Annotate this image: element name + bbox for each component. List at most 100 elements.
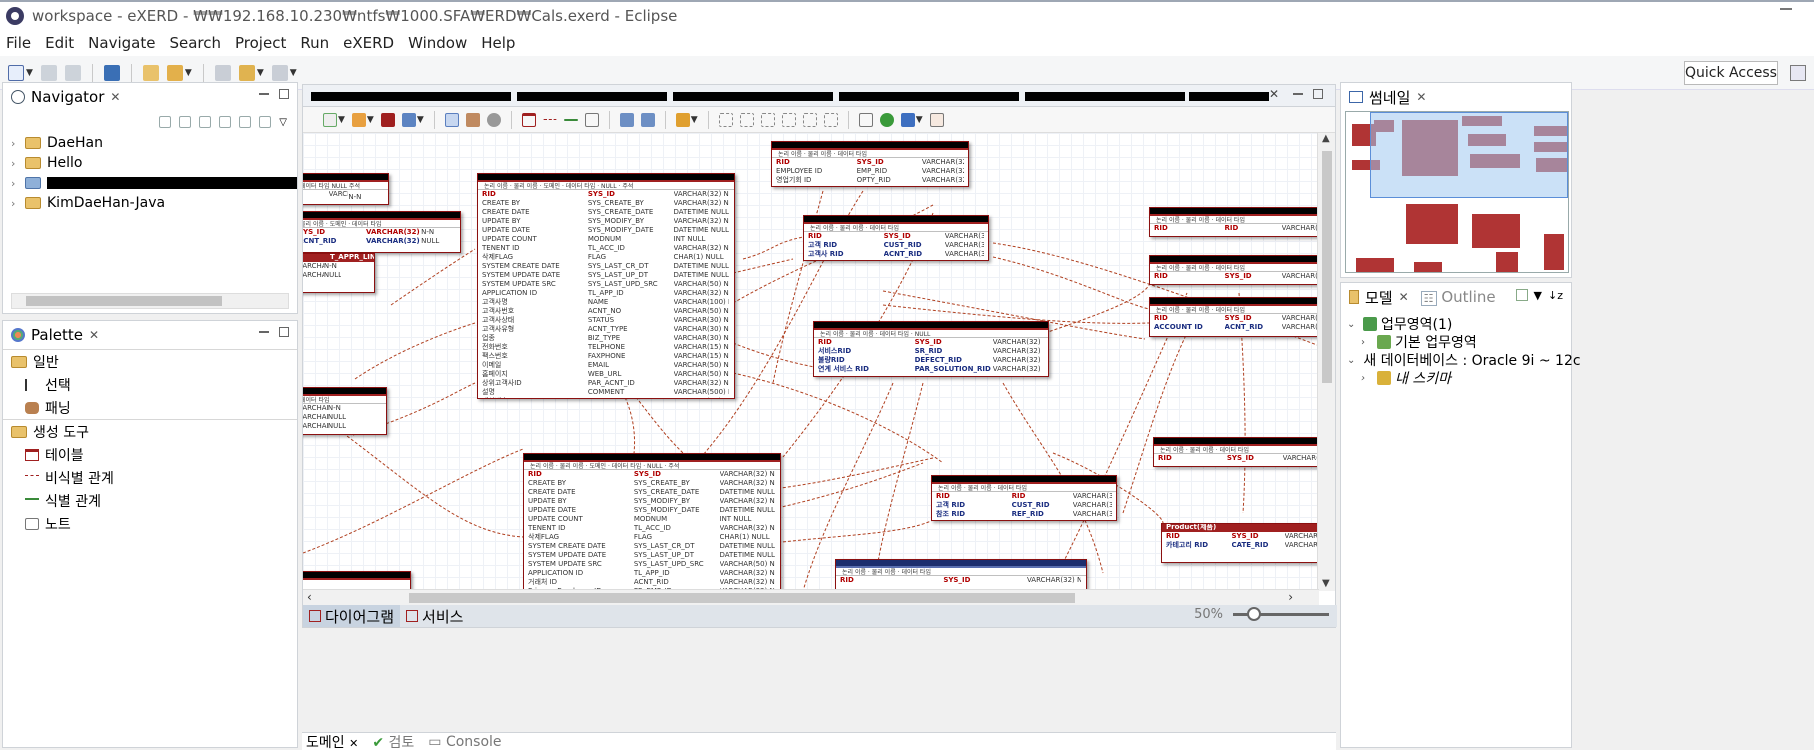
select-tool-icon[interactable]	[444, 112, 459, 127]
menu-project[interactable]: Project	[235, 34, 286, 52]
palette-note-tool[interactable]: 노트	[3, 512, 297, 535]
align-right-icon[interactable]	[760, 112, 775, 127]
dropdown-icon[interactable]: ▼	[338, 115, 345, 125]
zoom-tool-icon[interactable]	[486, 112, 501, 127]
menu-window[interactable]: Window	[408, 34, 467, 52]
add-note-icon[interactable]	[584, 112, 599, 127]
add-table-icon[interactable]	[521, 112, 536, 127]
expand-icon[interactable]: ›	[11, 177, 25, 190]
minimize-icon[interactable]	[1293, 93, 1303, 95]
document-icon[interactable]	[858, 112, 873, 127]
maximize-icon[interactable]	[1313, 89, 1323, 99]
erd-column-row[interactable]: 상위고객사ID PAR_ACNT_ID VARCHAR(32) NULL	[478, 379, 734, 388]
erd-column-row[interactable]: 설명 COMMENT VARCHAR(500) NULL	[478, 388, 734, 397]
erd-column-row[interactable]: 고객 RID CUST_RID VARCHAR(32) N-N	[804, 241, 988, 250]
menu-navigate[interactable]: Navigate	[88, 34, 155, 52]
thumbnail-viewport[interactable]	[1370, 112, 1568, 198]
erd-table-service-defect[interactable]: 논리 이름 · 물리 이름 · 데이터 타입 · NULL RID SYS_ID V…	[813, 321, 1049, 377]
diagram-canvas[interactable]: 데이터 타입 NULL 주석 VARCHAR(32)N-N 물리 이름 · 도메…	[303, 133, 1317, 591]
erd-column-row[interactable]: SYSTEM UPDATE SRC SYS_LAST_UPD_SRC VARCHAR…	[478, 280, 734, 289]
magic-wand-icon[interactable]	[675, 112, 690, 127]
add-nonid-relation-icon[interactable]	[542, 118, 557, 121]
erd-column-row[interactable]: APPLICATION ID TL_APP_ID VARCHAR(32) NULL	[524, 569, 780, 578]
save-icon[interactable]	[40, 64, 57, 81]
erd-column-row[interactable]: 거래처 ID ACNT_RID VARCHAR(32) NULL	[524, 578, 780, 587]
editor-tab-redacted[interactable]	[673, 92, 833, 101]
dropdown-icon[interactable]: ▼	[916, 115, 923, 125]
editor-tab-redacted[interactable]	[517, 92, 667, 101]
tree-item-kimdaehan-java[interactable]: › KimDaeHan-Java	[3, 193, 297, 213]
tree-item-database[interactable]: ⌄ 새 데이터베이스 : Oracle 9i ~ 12c	[1347, 351, 1581, 369]
erd-column-row[interactable]: CREATE DATE SYS_CREATE_DATE DATETIME NULL	[524, 488, 780, 497]
erd-table-opty-emp[interactable]: 논리 이름 · 물리 이름 · 데이터 타입 RID SYS_ID VARCHAR(…	[771, 141, 969, 187]
menu-exerd[interactable]: eXERD	[343, 34, 394, 52]
minimize-window-button[interactable]	[1780, 8, 1792, 10]
erd-table-contact[interactable]: 논리 이름 · 물리 이름 · 도메인 · 데이터 타입 · NULL · 주석…	[523, 453, 781, 591]
expand-icon[interactable]: ›	[1361, 373, 1373, 384]
sort-icon[interactable]: ↓z	[1548, 289, 1563, 302]
notation-icon[interactable]	[401, 112, 416, 127]
close-tab-icon[interactable]: ✕	[349, 737, 358, 750]
back-dropdown-icon[interactable]: ▼	[257, 68, 264, 78]
export-image-icon[interactable]	[640, 112, 655, 127]
tab-outline[interactable]: ☷ Outline	[1420, 288, 1496, 306]
align-top-icon[interactable]	[781, 112, 796, 127]
minimize-icon[interactable]	[259, 93, 269, 95]
align-left-icon[interactable]	[718, 112, 733, 127]
pin-icon[interactable]	[166, 64, 183, 81]
canvas-hscrollbar[interactable]: ‹ ›	[303, 589, 1319, 605]
erd-table[interactable]: 물리 이름 · 도메인 · 데이터 타입 SYS_IDVARCHAR(32)N-…	[303, 211, 461, 253]
maximize-icon[interactable]	[279, 89, 289, 99]
perspective-icon[interactable]	[1790, 65, 1806, 81]
forward-icon[interactable]	[271, 64, 288, 81]
erd-column-row[interactable]: SYSTEM CREATE DATE SYS_LAST_CR_DT DATETIME…	[524, 542, 780, 551]
erd-table-selected[interactable]: 논리 이름 · 물리 이름 · 데이터 타입 RID SYS_ID VARCHAR(…	[835, 559, 1087, 591]
last-edit-icon[interactable]	[214, 64, 231, 81]
layer-filter-icon[interactable]	[1515, 289, 1528, 301]
collapse-icon[interactable]: ⌄	[1347, 355, 1355, 366]
tab-diagram[interactable]: 다이어그램	[303, 605, 401, 627]
erd-column-row[interactable]: 팩스번호 FAXPHONE VARCHAR(15) NULL	[478, 352, 734, 361]
forward-dropdown-icon[interactable]: ▼	[290, 68, 297, 78]
erd-column-row[interactable]: 고객 RID CUST_RID VARCHAR(32) N-N	[932, 501, 1116, 510]
tree-item-redacted[interactable]: ›	[3, 173, 297, 193]
erd-column-row[interactable]: TENENT ID TL_ACC_ID VARCHAR(32) NULL	[524, 524, 780, 533]
view-menu-icon[interactable]: ▽	[279, 117, 287, 128]
dropdown-icon[interactable]: ▼	[417, 115, 424, 125]
palette-nonidentifying-tool[interactable]: 비식별 관계	[3, 466, 297, 489]
editor-tab-active[interactable]	[1189, 92, 1269, 101]
erd-table-product[interactable]: Product(제품) RIDSYS_IDVARCHAR(32) 카테고리 RI…	[1161, 523, 1317, 563]
pan-tool-icon[interactable]	[465, 112, 480, 127]
zoom-slider-knob[interactable]	[1247, 607, 1261, 621]
tree-item-hello[interactable]: › Hello	[3, 153, 297, 173]
erd-column-row[interactable]: 영업기회 ID OPTY_RID VARCHAR(32) N-N	[772, 176, 968, 185]
erd-column-row[interactable]: RID SYS_ID VARCHAR(32) N-N	[836, 576, 1086, 585]
erd-column-row[interactable]: 고객사상태 STATUS VARCHAR(30) NULL	[478, 316, 734, 325]
tree-item-daehan[interactable]: › DaeHan	[3, 133, 297, 153]
erd-column-row[interactable]: 서비스RID SR_RID VARCHAR(32) N-N	[814, 347, 1048, 356]
erd-column-row[interactable]: SYSTEM UPDATE DATE SYS_LAST_UP_DT DATETIME…	[524, 551, 780, 560]
erd-column-row[interactable]: 내선번호EXT_PHONE_NUMVARCHAR(10) NULL	[478, 397, 734, 398]
align-center-icon[interactable]	[739, 112, 754, 127]
palette-table-tool[interactable]: 테이블	[3, 443, 297, 466]
nav-up-icon[interactable]	[199, 116, 212, 128]
close-palette-icon[interactable]: ✕	[89, 328, 99, 342]
tab-domain[interactable]: 도메인 ✕	[306, 732, 358, 750]
forward-engineer-icon[interactable]	[900, 112, 915, 127]
palette-select-tool[interactable]: 선택	[3, 373, 297, 396]
close-model-icon[interactable]: ✕	[1399, 290, 1409, 304]
nav-back-icon[interactable]	[159, 116, 172, 128]
erd-column-row[interactable]: 이메일 EMAIL VARCHAR(50) NULL	[478, 361, 734, 370]
tab-review[interactable]: ✔ 검토	[372, 732, 414, 750]
close-thumbnail-icon[interactable]: ✕	[1416, 90, 1426, 104]
erd-table-account[interactable]: 논리 이름 · 물리 이름 · 도메인 · 데이터 타입 · NULL · 주석…	[477, 173, 735, 399]
print-icon[interactable]	[619, 112, 634, 127]
menu-file[interactable]: File	[6, 34, 31, 52]
dropdown-icon[interactable]: ▼	[1534, 289, 1542, 302]
editor-tab-redacted[interactable]	[311, 92, 511, 101]
expand-icon[interactable]: ›	[1361, 337, 1373, 348]
new-icon[interactable]	[8, 64, 24, 81]
erd-column-row[interactable]: EMPLOYEE ID EMP_RID VARCHAR(32) N-N	[772, 167, 968, 176]
link-editor-icon[interactable]	[239, 116, 252, 128]
open-folder-icon[interactable]	[142, 64, 159, 81]
